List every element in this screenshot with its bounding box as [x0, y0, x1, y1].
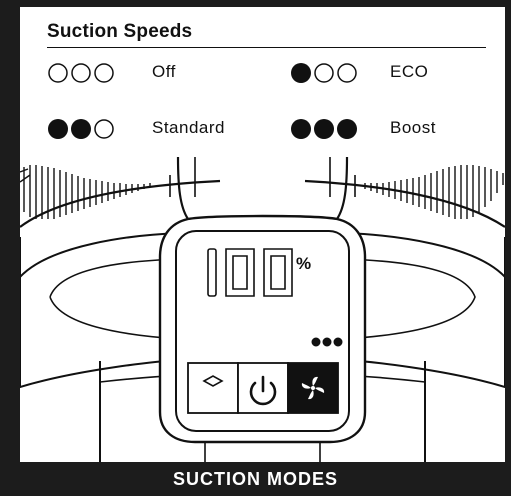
filled-dot: [314, 119, 334, 139]
caption-text: SUCTION MODES: [172, 469, 338, 489]
filled-dot: [337, 119, 357, 139]
dots-indicator: [291, 63, 357, 83]
filled-dot: [291, 63, 311, 83]
figure-panel: Suction Speeds Off ECO Standard Boost %: [20, 7, 505, 462]
mode-button-diamond[interactable]: [187, 362, 239, 414]
legend-divider: [47, 47, 486, 48]
filled-dot: [48, 119, 68, 139]
left-fins: [20, 165, 151, 219]
empty-dot: [314, 63, 334, 83]
empty-dot: [48, 63, 68, 83]
dots-indicator: [48, 119, 114, 139]
filled-dot: [71, 119, 91, 139]
empty-dot: [94, 119, 114, 139]
figure-frame: Suction Speeds Off ECO Standard Boost % …: [0, 0, 511, 494]
display-unit: %: [296, 254, 311, 273]
mode-label-standard: Standard: [152, 118, 225, 137]
vacuum-display-illustration: % 100: [20, 157, 505, 462]
caption-banner: SUCTION MODES: [0, 462, 511, 494]
mode-row-off: Off: [47, 61, 267, 85]
empty-dot: [337, 63, 357, 83]
display-speed-dot: [333, 337, 343, 347]
display-speed-dot: [311, 337, 321, 347]
empty-dot: [94, 63, 114, 83]
mode-label-eco: ECO: [390, 62, 429, 81]
display-speed-dots: [311, 337, 343, 347]
dots-indicator: [48, 63, 114, 83]
empty-dot: [71, 63, 91, 83]
filled-dot: [291, 119, 311, 139]
mode-row-boost: Boost: [290, 117, 490, 141]
legend-title: Suction Speeds: [47, 21, 193, 42]
mode-row-eco: ECO: [290, 61, 490, 85]
mode-label-off: Off: [152, 62, 176, 81]
mode-row-standard: Standard: [47, 117, 267, 141]
control-buttons: [187, 362, 339, 414]
right-fins: [364, 165, 504, 219]
display-speed-dot: [322, 337, 332, 347]
mode-label-boost: Boost: [390, 118, 436, 137]
dots-indicator: [291, 119, 357, 139]
